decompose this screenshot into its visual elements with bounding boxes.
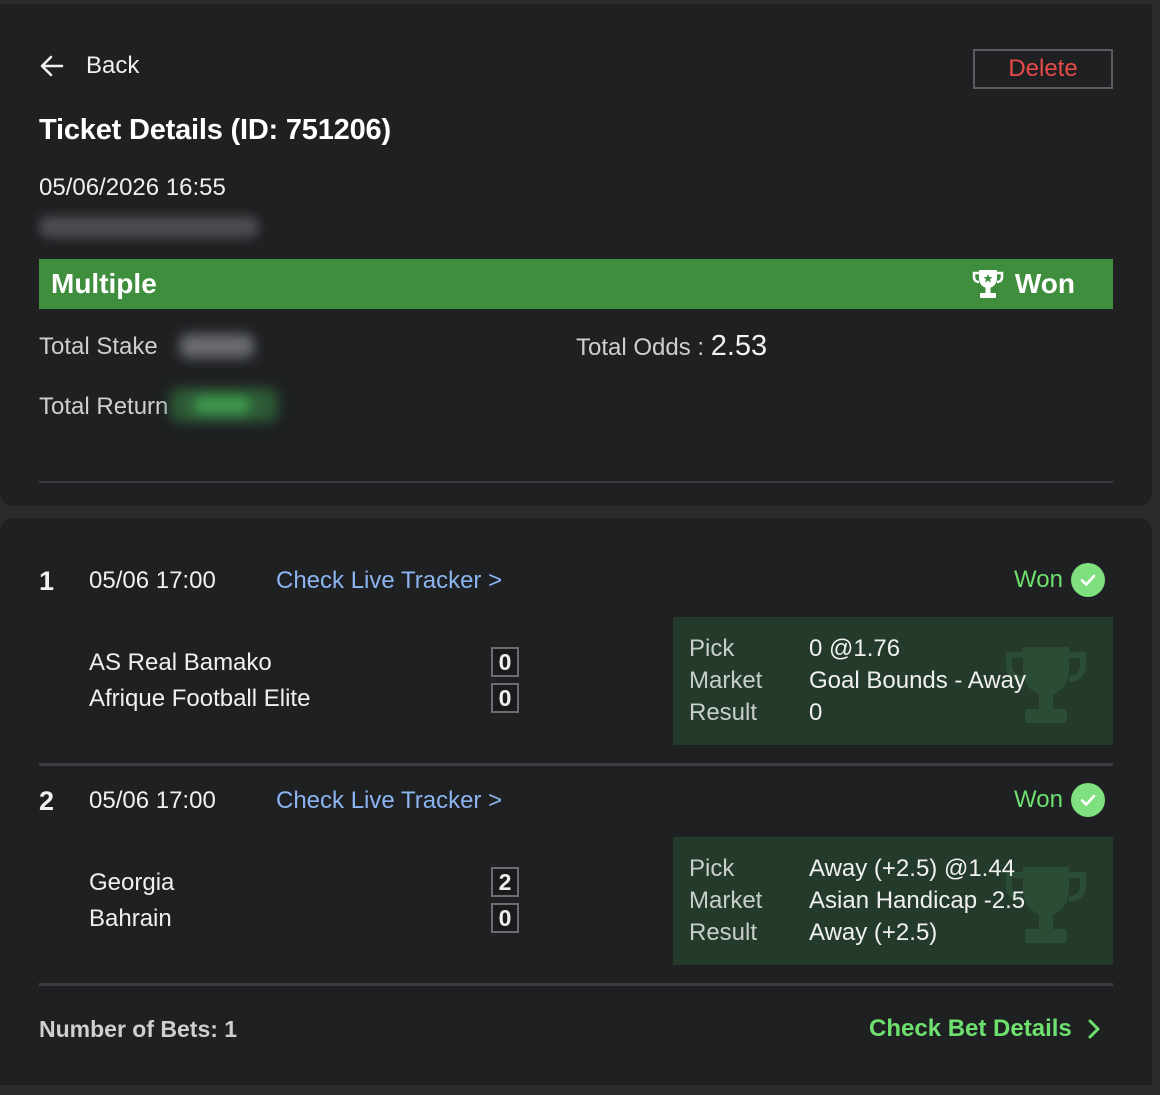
- pick-value: 0 @1.76: [809, 635, 901, 662]
- home-team: AS Real Bamako: [89, 649, 272, 676]
- divider: [39, 983, 1113, 986]
- pick-label: Pick: [689, 855, 735, 882]
- home-score: 2: [491, 867, 519, 897]
- delete-button[interactable]: Delete: [973, 49, 1113, 89]
- market-label: Market: [689, 667, 763, 694]
- back-label: Back: [86, 52, 140, 79]
- away-team: Afrique Football Elite: [89, 685, 311, 712]
- total-stake-label: Total Stake: [39, 333, 158, 360]
- back-button[interactable]: Back: [38, 52, 139, 80]
- pick-label: Pick: [689, 635, 735, 662]
- bet-number: 2: [39, 786, 55, 816]
- check-circle-icon: [1070, 783, 1105, 817]
- bets-count: Number of Bets: 1: [39, 1016, 238, 1042]
- bet-status-label: Won: [1014, 566, 1063, 593]
- check-bet-details-label: Check Bet Details: [869, 1015, 1072, 1042]
- arrow-left-icon: [40, 55, 64, 77]
- total-return-value-redacted: [170, 388, 278, 422]
- home-score: 0: [491, 647, 519, 677]
- home-team: Georgia: [89, 869, 175, 896]
- live-tracker-link[interactable]: Check Live Tracker >: [276, 567, 502, 595]
- ticket-status: Won: [971, 268, 1075, 300]
- bet-status: Won: [1014, 783, 1105, 817]
- trophy-icon: [972, 270, 1004, 298]
- market-value: Goal Bounds - Away: [809, 667, 1027, 694]
- total-stake-value-redacted: [180, 334, 254, 358]
- total-odds: Total Odds : 2.53: [576, 330, 767, 363]
- live-tracker-link[interactable]: Check Live Tracker >: [276, 787, 502, 815]
- bet-status-label: Won: [1014, 786, 1063, 813]
- result-label: Result: [689, 919, 758, 946]
- result-value: 0: [809, 699, 823, 726]
- bet-time: 05/06 17:00: [89, 567, 216, 594]
- total-odds-label: Total Odds :: [576, 334, 705, 361]
- pick-details: Pick 0 @1.76 Market Goal Bounds - Away R…: [673, 617, 1113, 745]
- total-odds-value: 2.53: [710, 330, 768, 362]
- page-title: Ticket Details (ID: 751206): [39, 114, 391, 146]
- check-bet-details-link[interactable]: Check Bet Details: [869, 1015, 1104, 1043]
- market-label: Market: [689, 887, 763, 914]
- total-return-label: Total Return: [39, 393, 169, 420]
- bet-number: 1: [39, 566, 55, 596]
- ticket-type: Multiple: [51, 268, 157, 299]
- ticket-datetime: 05/06/2026 16:55: [39, 174, 226, 201]
- pick-value: Away (+2.5) @1.44: [809, 855, 1016, 882]
- bet-time: 05/06 17:00: [89, 787, 216, 814]
- redacted-info: [39, 216, 259, 238]
- ticket-status-label: Won: [1014, 268, 1075, 299]
- away-team: Bahrain: [89, 905, 172, 932]
- ticket-status-bar: Multiple Won: [39, 259, 1113, 309]
- pick-details: Pick Away (+2.5) @1.44 Market Asian Hand…: [673, 837, 1113, 965]
- market-value: Asian Handicap -2.5: [809, 887, 1026, 914]
- result-value: Away (+2.5): [809, 919, 938, 946]
- away-score: 0: [491, 903, 519, 933]
- divider: [39, 763, 1113, 766]
- check-circle-icon: [1070, 563, 1105, 597]
- away-score: 0: [491, 683, 519, 713]
- chevron-right-icon: [1088, 1019, 1100, 1039]
- divider: [39, 481, 1113, 483]
- bet-status: Won: [1014, 563, 1105, 597]
- result-label: Result: [689, 699, 758, 726]
